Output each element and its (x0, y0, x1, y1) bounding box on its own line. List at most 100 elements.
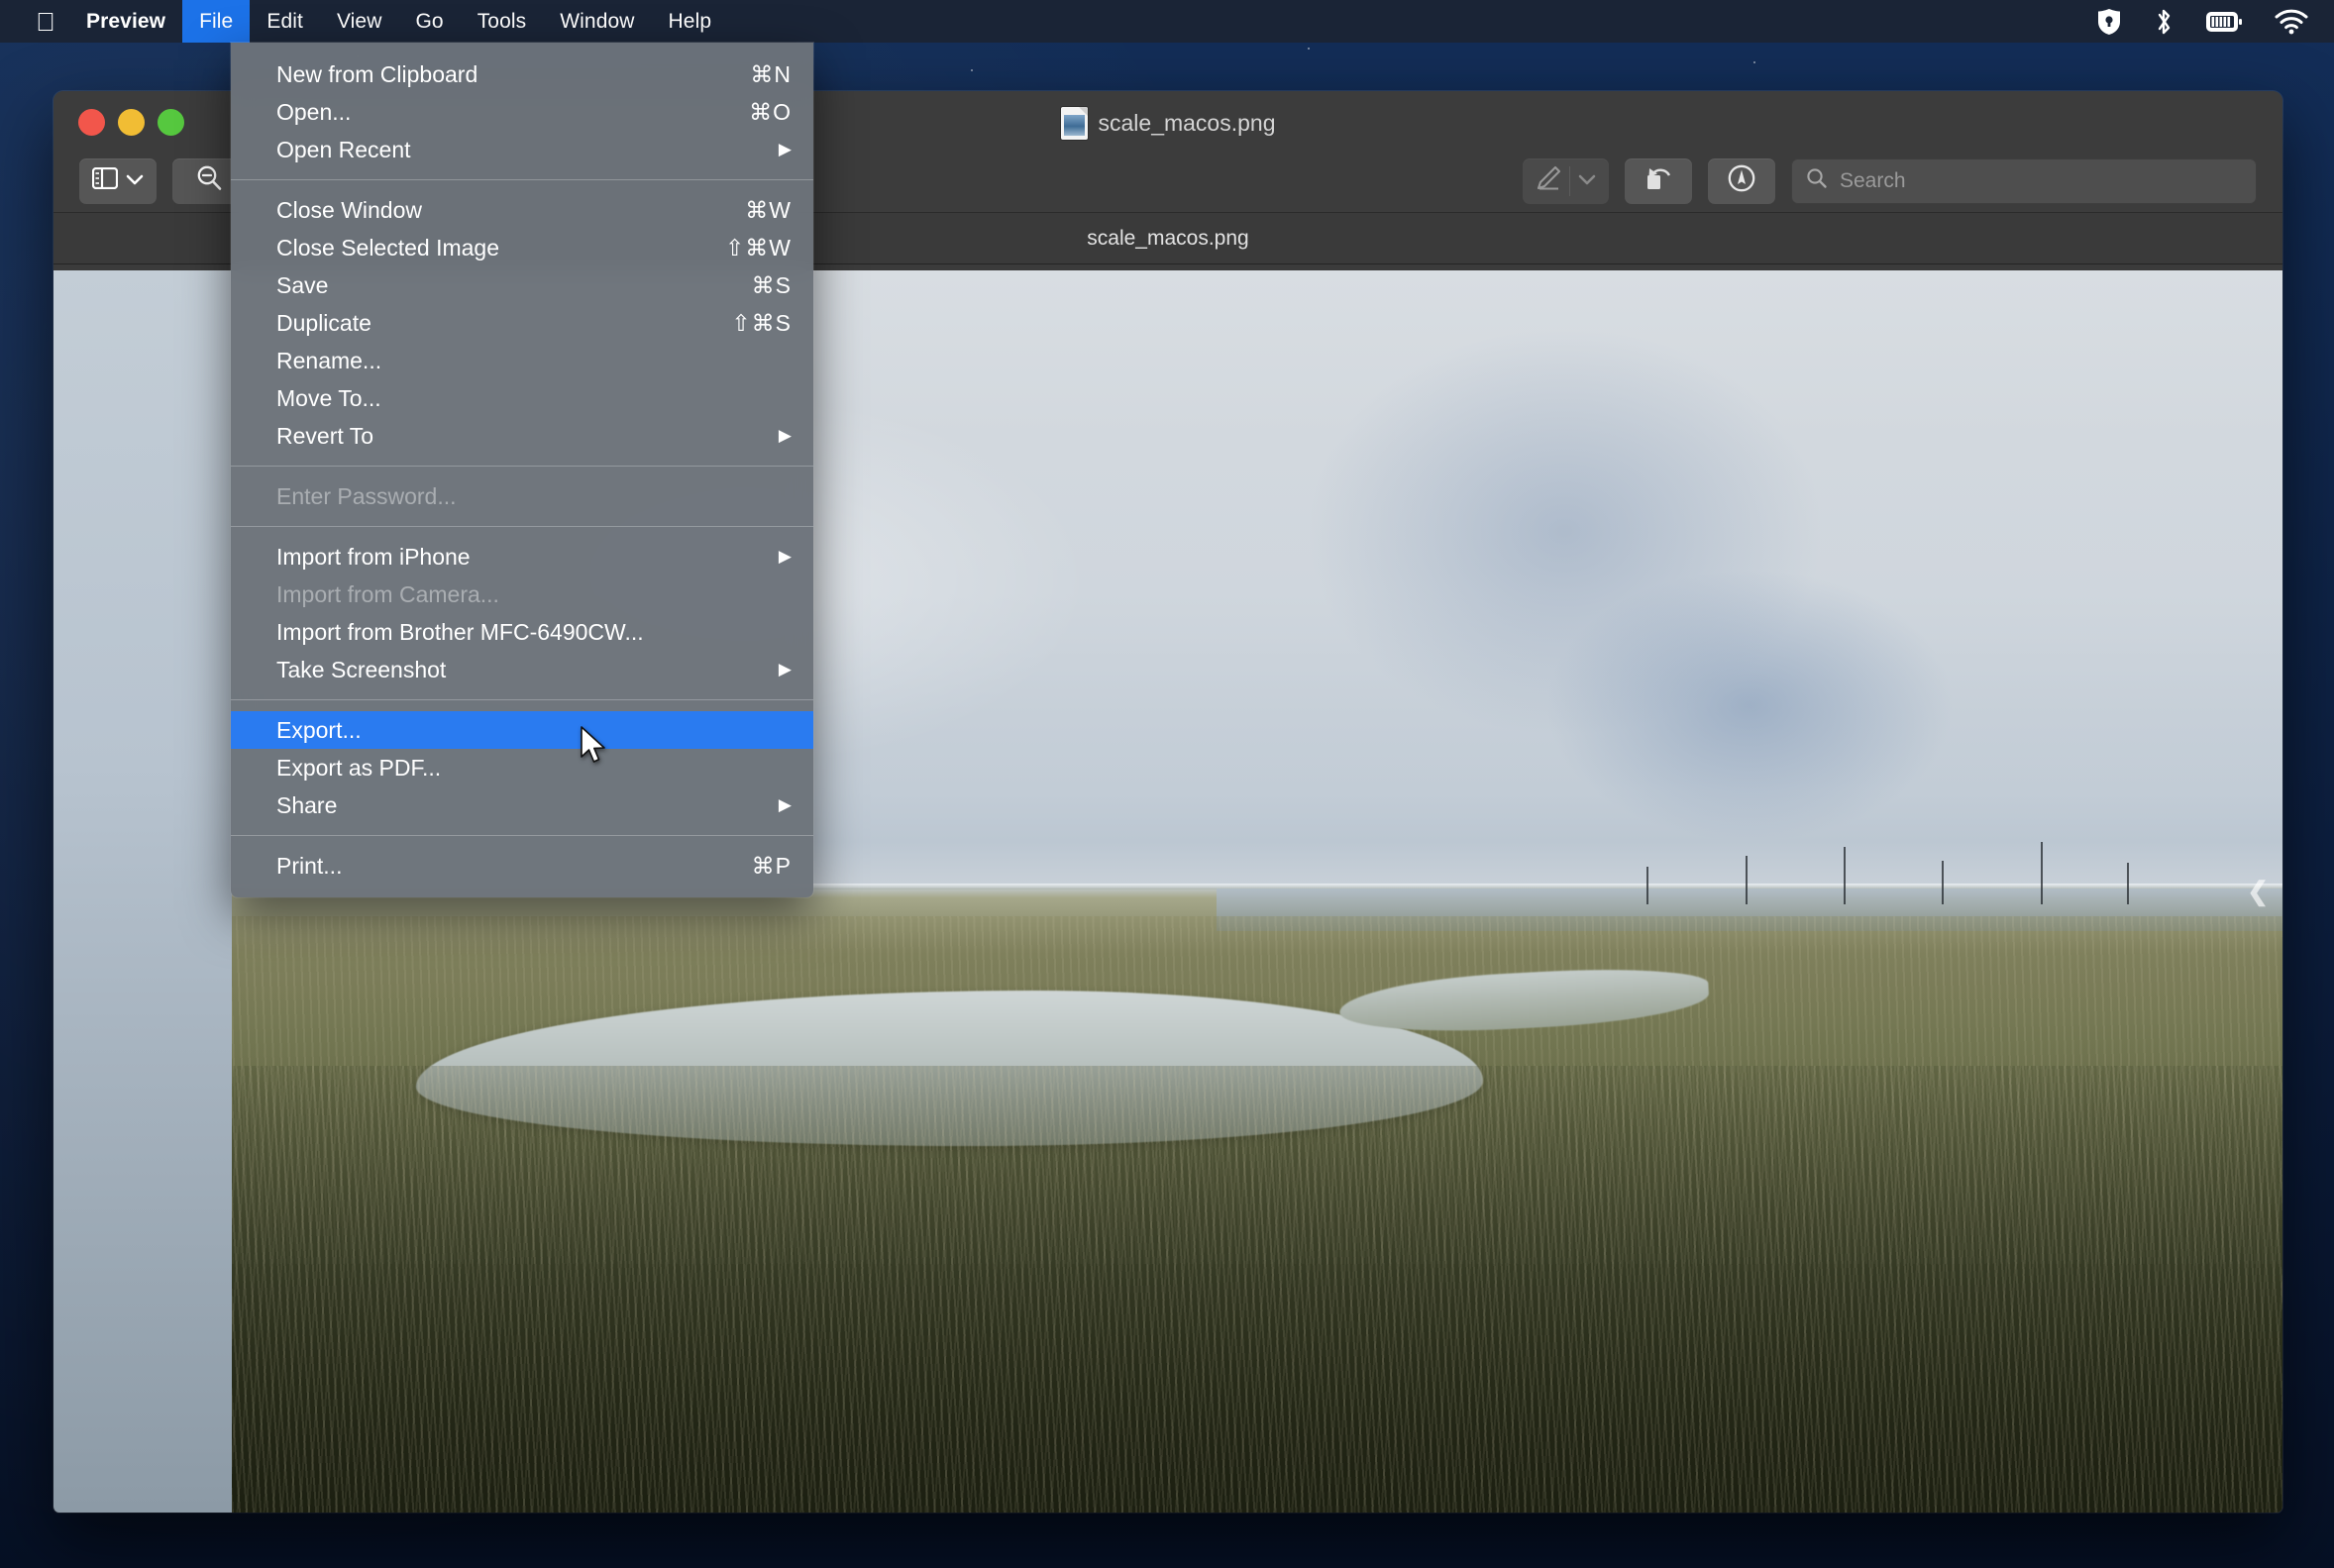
rotate-left-icon (1644, 164, 1673, 197)
wallpaper-star (1308, 48, 1310, 50)
menu-item-label: Export as PDF... (276, 754, 442, 781)
minimize-button[interactable] (118, 109, 145, 136)
menu-item-close-window[interactable]: Close Window ⌘W (231, 191, 813, 229)
sidebar-view-button[interactable] (79, 157, 157, 204)
menu-item-label: Save (276, 271, 329, 298)
menu-group: Print... ⌘P (231, 843, 813, 889)
menu-separator (231, 179, 813, 180)
menu-item-shortcut: ⌘P (751, 852, 792, 879)
annotate-button[interactable] (1708, 157, 1775, 204)
menu-separator (231, 526, 813, 527)
menu-separator (231, 699, 813, 700)
menubar-item-file[interactable]: File (182, 0, 251, 43)
menu-group: Export... Export as PDF... Share ▶ (231, 707, 813, 828)
menu-item-enter-password: Enter Password... (231, 477, 813, 515)
wallpaper-star (1753, 61, 1755, 63)
document-icon (1060, 106, 1088, 140)
menu-item-label: Open Recent (276, 136, 411, 162)
menu-item-shortcut: ⌘N (750, 60, 792, 87)
menu-item-label: Print... (276, 852, 343, 879)
menu-item-open[interactable]: Open... ⌘O (231, 93, 813, 131)
menu-item-label: Rename... (276, 347, 382, 373)
next-image-chevron-icon[interactable]: ❮ (2247, 877, 2269, 907)
wallpaper-star (971, 69, 973, 71)
menubar-item-tools[interactable]: Tools (461, 0, 544, 43)
window-controls[interactable] (53, 109, 184, 136)
menu-item-revert-to[interactable]: Revert To ▶ (231, 417, 813, 455)
marsh-grass-foreground (232, 1065, 2282, 1513)
chevron-down-icon[interactable] (126, 172, 144, 190)
menu-item-label: Move To... (276, 384, 381, 411)
toolbar-divider (1569, 165, 1570, 196)
menu-group: Close Window ⌘W Close Selected Image ⇧⌘W Sav… (231, 187, 813, 459)
menu-item-shortcut: ⇧⌘W (725, 234, 792, 261)
menu-item-share[interactable]: Share ▶ (231, 786, 813, 824)
menu-item-label: New from Clipboard (276, 60, 478, 87)
menu-item-duplicate[interactable]: Duplicate ⇧⌘S (231, 304, 813, 342)
menu-item-label: Share (276, 791, 338, 818)
zoom-button[interactable] (158, 109, 184, 136)
submenu-arrow-icon: ▶ (778, 547, 792, 566)
menubar-item-go[interactable]: Go (398, 0, 460, 43)
menu-item-print[interactable]: Print... ⌘P (231, 847, 813, 885)
menu-item-import-from-camera: Import from Camera... (231, 575, 813, 613)
menu-item-shortcut: ⌘O (749, 98, 792, 125)
menubar-status-items[interactable] (2096, 7, 2334, 37)
menu-item-label: Import from iPhone (276, 543, 471, 570)
menu-item-label: Open... (276, 98, 352, 125)
menu-item-close-selected-image[interactable]: Close Selected Image ⇧⌘W (231, 229, 813, 266)
rotate-button[interactable] (1625, 157, 1692, 204)
menu-item-take-screenshot[interactable]: Take Screenshot ▶ (231, 651, 813, 688)
menu-separator (231, 466, 813, 467)
menubar-item-help[interactable]: Help (652, 0, 729, 43)
menu-item-export-as-pdf[interactable]: Export as PDF... (231, 749, 813, 786)
menu-item-import-from-iphone[interactable]: Import from iPhone ▶ (231, 538, 813, 575)
menu-item-label: Import from Brother MFC-6490CW... (276, 618, 644, 645)
sidebar-view-icon (91, 166, 119, 194)
markup-pen-icon (1536, 165, 1561, 196)
tab-scale-macos-png[interactable]: scale_macos.png (1087, 227, 1248, 251)
menu-item-label: Enter Password... (276, 482, 457, 509)
search-icon (1806, 167, 1828, 195)
file-menu-dropdown[interactable]: New from Clipboard ⌘N Open... ⌘O Open Recent… (231, 43, 813, 897)
chevron-down-icon[interactable] (1578, 172, 1596, 190)
cloud-shadow (1543, 568, 1955, 842)
menubar-items[interactable]: Preview File Edit View Go Tools Window Help (69, 0, 728, 43)
menubar-item-preview[interactable]: Preview (69, 0, 182, 43)
menu-item-shortcut: ⌘S (751, 271, 792, 298)
menu-item-move-to[interactable]: Move To... (231, 379, 813, 417)
menu-item-new-from-clipboard[interactable]: New from Clipboard ⌘N (231, 55, 813, 93)
apple-menu-icon[interactable]:  (22, 9, 69, 35)
submenu-arrow-icon: ▶ (778, 660, 792, 679)
menu-item-label: Export... (276, 716, 362, 743)
zoom-out-icon (194, 163, 224, 198)
menu-item-export[interactable]: Export... (231, 711, 813, 749)
menubar-item-window[interactable]: Window (543, 0, 651, 43)
menu-item-import-from-brother-mfc-6490cw[interactable]: Import from Brother MFC-6490CW... (231, 613, 813, 651)
markup-button[interactable] (1523, 157, 1609, 204)
submenu-arrow-icon: ▶ (778, 140, 792, 158)
vpn-shield-icon[interactable] (2096, 8, 2122, 36)
menu-item-label: Take Screenshot (276, 656, 447, 682)
menu-item-label: Import from Camera... (276, 580, 499, 607)
menubar-item-edit[interactable]: Edit (250, 0, 320, 43)
macos-menubar[interactable]:  PreviewFileEditViewGoToolsWindowHelp (0, 0, 2334, 43)
annotate-circle-icon (1727, 163, 1756, 198)
menu-item-rename[interactable]: Rename... (231, 342, 813, 379)
menu-item-label: Duplicate (276, 309, 371, 336)
menu-item-save[interactable]: Save ⌘S (231, 266, 813, 304)
thumbnail-sidebar[interactable] (53, 270, 232, 1513)
battery-icon[interactable] (2205, 9, 2243, 35)
menu-group: Import from iPhone ▶ Import from Camera...… (231, 534, 813, 692)
menu-item-label: Revert To (276, 422, 374, 449)
bluetooth-icon[interactable] (2154, 7, 2174, 37)
menu-item-shortcut: ⇧⌘S (731, 309, 792, 336)
wifi-icon[interactable] (2275, 9, 2308, 35)
menu-item-open-recent[interactable]: Open Recent ▶ (231, 131, 813, 168)
menubar-item-view[interactable]: View (320, 0, 399, 43)
menu-item-label: Close Selected Image (276, 234, 500, 261)
submenu-arrow-icon: ▶ (778, 426, 792, 445)
close-button[interactable] (78, 109, 105, 136)
menu-group: New from Clipboard ⌘N Open... ⌘O Open Recent… (231, 52, 813, 172)
search-field[interactable]: Search (1791, 157, 2257, 204)
